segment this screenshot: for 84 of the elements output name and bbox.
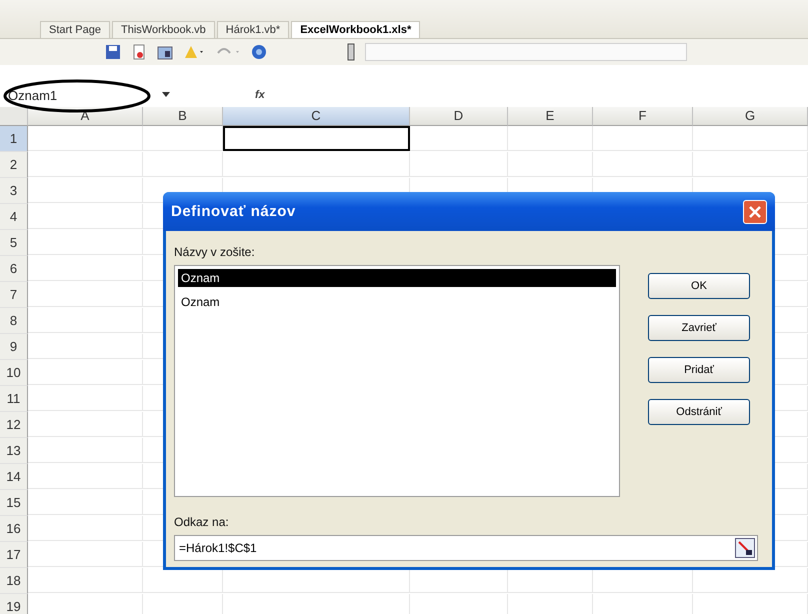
grid-cell[interactable] (28, 256, 143, 281)
column-header[interactable]: E (508, 107, 593, 126)
row-header[interactable]: 3 (0, 178, 28, 204)
grid-cell[interactable] (28, 230, 143, 255)
reference-label: Odkaz na: (174, 515, 230, 529)
grid-cell[interactable] (28, 412, 143, 437)
row-header[interactable]: 11 (0, 386, 28, 412)
row-header[interactable]: 19 (0, 594, 28, 614)
grid-cell[interactable] (693, 152, 808, 177)
name-box[interactable]: Oznam1 (0, 86, 116, 104)
grid-cell[interactable] (28, 464, 143, 489)
grid-cell[interactable] (28, 516, 143, 541)
grid-cell[interactable] (28, 178, 143, 203)
list-item[interactable]: Oznam (178, 269, 616, 287)
column-header[interactable]: D (410, 107, 508, 126)
row-header[interactable]: 4 (0, 204, 28, 230)
row-header[interactable]: 18 (0, 568, 28, 594)
grid-cell[interactable] (28, 490, 143, 515)
column-header[interactable]: F (593, 107, 693, 126)
grid-cell[interactable] (410, 152, 508, 177)
grid-cell[interactable] (143, 152, 223, 177)
row-header[interactable]: 10 (0, 360, 28, 386)
column-header[interactable]: B (143, 107, 223, 126)
row-header[interactable]: 2 (0, 152, 28, 178)
dialog-button[interactable]: Odstrániť (648, 399, 750, 425)
grid-cell[interactable] (28, 282, 143, 307)
grid-cell[interactable] (693, 126, 808, 151)
selected-cell[interactable] (223, 126, 410, 151)
dialog-title: Definovať názov (171, 203, 296, 220)
row-header[interactable]: 12 (0, 412, 28, 438)
document-tab[interactable]: ExcelWorkbook1.xls* (291, 21, 420, 38)
row-header[interactable]: 9 (0, 334, 28, 360)
select-all-corner[interactable] (0, 107, 28, 126)
document-tab[interactable]: ThisWorkbook.vb (112, 21, 215, 38)
reference-field[interactable]: =Hárok1!$C$1 (174, 535, 758, 561)
grid-cell[interactable] (28, 308, 143, 333)
row-header[interactable]: 16 (0, 516, 28, 542)
grid-cell[interactable] (28, 152, 143, 177)
grid-cell[interactable] (508, 126, 593, 151)
paint-icon[interactable] (183, 44, 205, 60)
grid-cell[interactable] (28, 360, 143, 385)
names-label: Názvy v zošite: (174, 245, 256, 259)
grid-cell[interactable] (223, 152, 410, 177)
column-header[interactable]: C (223, 107, 410, 126)
dialog-button[interactable]: OK (648, 273, 750, 299)
grid-cell[interactable] (28, 386, 143, 411)
row-header[interactable]: 8 (0, 308, 28, 334)
row-header[interactable]: 5 (0, 230, 28, 256)
range-picker-icon[interactable] (735, 538, 755, 558)
grid-cell[interactable] (28, 568, 143, 593)
document-tab[interactable]: Hárok1.vb* (216, 21, 290, 38)
document-tab[interactable]: Start Page (40, 21, 110, 38)
grid-cell[interactable] (410, 126, 508, 151)
grid-cell[interactable] (28, 334, 143, 359)
row-header[interactable]: 7 (0, 282, 28, 308)
close-icon (749, 206, 761, 218)
column-header[interactable]: G (693, 107, 808, 126)
dialog-button[interactable]: Pridať (648, 357, 750, 383)
dialog-button[interactable]: Zavrieť (648, 315, 750, 341)
chart-icon[interactable] (157, 44, 173, 60)
list-item[interactable]: Oznam (178, 293, 616, 311)
names-list[interactable]: Oznam Oznam (174, 265, 620, 497)
dropdown-icon[interactable] (162, 92, 170, 98)
row-header[interactable]: 17 (0, 542, 28, 568)
close-button[interactable] (743, 200, 767, 224)
grid-cell[interactable] (28, 438, 143, 463)
grid-cell[interactable] (143, 126, 223, 151)
grid-cell[interactable] (593, 152, 693, 177)
row-header[interactable]: 6 (0, 256, 28, 282)
grid-cell[interactable] (28, 542, 143, 567)
help-icon[interactable] (251, 44, 267, 60)
save-icon[interactable] (105, 44, 121, 60)
function-label[interactable]: fx (255, 89, 265, 101)
grid-cell[interactable] (508, 152, 593, 177)
row-header[interactable]: 13 (0, 438, 28, 464)
toolbar-grip-icon (347, 43, 355, 61)
grid-cell[interactable] (28, 126, 143, 151)
grid-cell[interactable] (593, 126, 693, 151)
row-header[interactable]: 14 (0, 464, 28, 490)
row-header[interactable]: 15 (0, 490, 28, 516)
font-field[interactable] (365, 43, 687, 61)
grid-cell[interactable] (28, 204, 143, 229)
row-header[interactable]: 1 (0, 126, 28, 152)
print-preview-icon[interactable] (131, 44, 147, 60)
